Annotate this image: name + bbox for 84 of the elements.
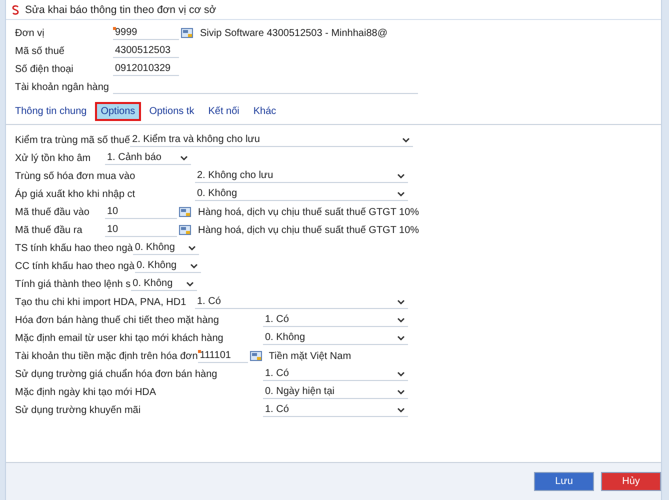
tab[interactable]: Options [94,102,142,121]
field-label: CC tính khấu hao theo ngà [15,260,135,272]
dropdown[interactable]: 1. Có [263,314,408,326]
field-description: Hàng hoá, dịch vụ chịu thuế suất thuế GTGT 10% [198,224,420,236]
input-field[interactable]: 9999 [113,26,179,40]
chevron-down-icon[interactable] [397,316,405,322]
required-mark [113,26,116,30]
field-label: Hóa đơn bán hàng thuế chi tiết theo mặt hàng [15,314,220,326]
lookup-icon[interactable] [179,207,191,217]
field-label: Tài khoản ngân hàng [15,82,110,92]
dropdown[interactable]: 0. Không [130,278,197,290]
field-label: Sử dụng trường khuyến mãi [15,404,142,416]
field-label: Mặc định ngày khi tạo mới HDA [15,386,158,398]
field-description: Hàng hoá, dịch vụ chịu thuế suất thuế GTGT 10% [198,206,420,218]
input-field[interactable]: 4300512503 [113,44,179,58]
dropdown[interactable]: 1. Có [263,404,408,416]
lookup-icon[interactable] [250,351,262,361]
required-mark [198,350,201,352]
chevron-down-icon[interactable] [188,244,196,250]
field-label: Sử dụng trường giá chuẩn hóa đơn bán hàng [15,368,218,380]
tab[interactable]: Khác [247,102,282,121]
tab[interactable]: Kết nối [202,102,246,121]
tab[interactable]: Thông tin chung [9,102,93,121]
dropdown[interactable]: 1. Cảnh báo [105,152,191,164]
field-label: Kiểm tra trùng mã số thuế [15,134,130,146]
lookup-icon[interactable] [181,28,193,38]
dropdown[interactable]: 0. Không [134,260,201,272]
chevron-down-icon[interactable] [397,298,405,304]
chevron-down-icon[interactable] [190,262,198,268]
dropdown[interactable]: 0. Không [132,242,199,254]
field-label: Áp giá xuất kho khi nhập ct [15,188,136,200]
dropdown-value: 0. Không [134,242,175,253]
dropdown-value: 1. Có [265,368,289,379]
dropdown[interactable]: 0. Ngày hiện tại [263,386,408,398]
field-label: Tính giá thành theo lệnh s [15,278,131,290]
chevron-down-icon[interactable] [397,406,405,412]
field-label: Tài khoản thu tiền mặc định trên hóa đơn [15,350,198,362]
dropdown-value: 0. Không [136,260,177,271]
chevron-down-icon[interactable] [180,154,188,160]
chevron-down-icon[interactable] [397,370,405,376]
dropdown[interactable]: 1. Có [195,296,408,308]
dropdown[interactable]: 0. Không [263,332,408,344]
input-field[interactable]: 10 [105,206,177,218]
chevron-down-icon[interactable] [186,280,194,286]
dropdown[interactable]: 0. Không [195,188,408,200]
input-field[interactable]: 0912010329 [113,62,179,76]
field-label: TS tính khấu hao theo ngà [15,242,133,254]
field-label: Tạo thu chi khi import HDA, PNA, HD1 [15,296,188,308]
window-title: Sửa khai báo thông tin theo đơn vị cơ sở [25,4,216,16]
dropdown[interactable]: 2. Kiểm tra và không cho lưu [130,134,414,146]
field-label: Số điện thoại [15,64,74,74]
dropdown[interactable]: 2. Không cho lưu [195,170,408,182]
field-description: Tiền mặt Việt Nam [268,350,352,362]
lookup-icon[interactable] [179,225,191,235]
dropdown-value: 2. Kiểm tra và không cho lưu [132,134,260,145]
chevron-down-icon[interactable] [397,334,405,340]
field-label: Mặc định email từ user khi tạo mới khách hàng [15,332,224,344]
dropdown-value: 0. Không [265,332,306,343]
dropdown-value: 1. Có [197,296,221,307]
field-label: Xử lý tồn kho âm [15,152,92,164]
dropdown-value: 1. Cảnh báo [107,152,162,163]
field-label: Mã thuế đầu vào [15,206,90,218]
app-logo-icon [12,4,19,14]
cancel-button[interactable]: Hủy [601,472,661,491]
field-label: Mã thuế đầu ra [15,224,84,236]
save-button[interactable]: Lưu [534,472,594,491]
chevron-down-icon[interactable] [397,172,405,178]
dropdown-value: 1. Có [265,404,289,415]
dropdown[interactable]: 1. Có [263,368,408,380]
field-label: Đơn vị [15,28,46,38]
dropdown-value: 2. Không cho lưu [197,170,274,181]
input-field[interactable]: 111101 [198,350,248,362]
input-field[interactable]: 10 [105,224,177,236]
chevron-down-icon[interactable] [397,190,405,196]
field-label: Trùng số hóa đơn mua vào [15,170,136,182]
field-label: Mã số thuế [15,46,66,56]
chevron-down-icon[interactable] [397,388,405,394]
dropdown-value: 0. Không [197,188,238,199]
dropdown-value: 1. Có [265,314,289,325]
dropdown-value: 0. Ngày hiện tại [265,386,334,397]
dropdown-value: 0. Không [132,278,173,289]
field-description: Sivip Software 4300512503 - Minhhai88@ [200,28,388,38]
chevron-down-icon[interactable] [402,136,410,142]
tab[interactable]: Options tk [143,102,200,121]
